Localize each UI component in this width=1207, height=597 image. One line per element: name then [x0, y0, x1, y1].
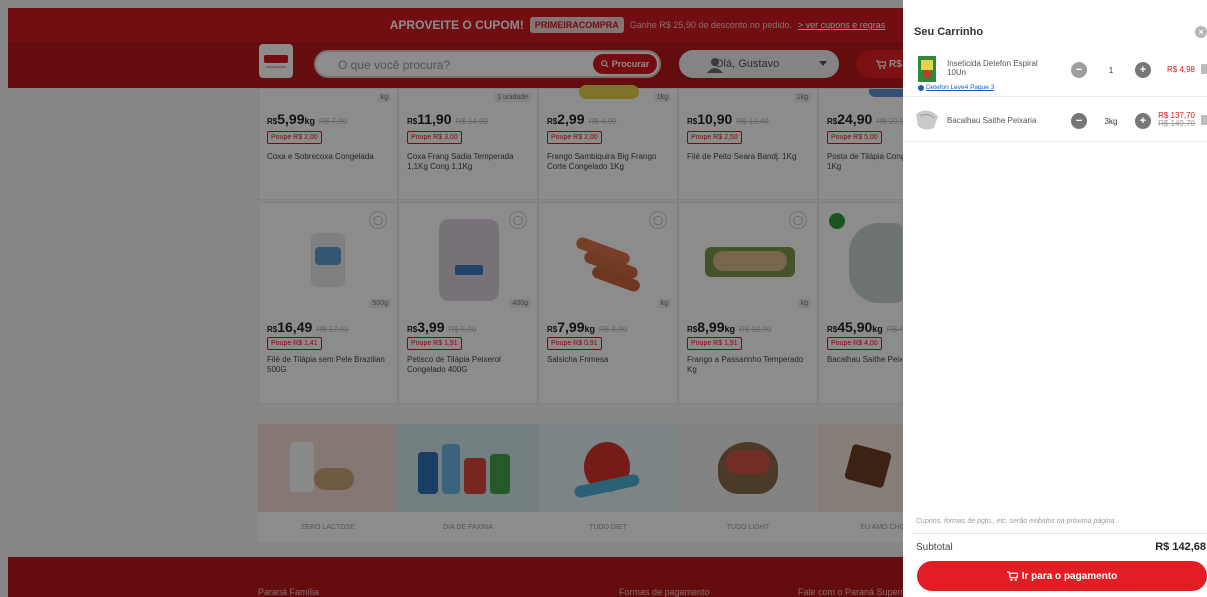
divider [911, 533, 1207, 534]
increase-quantity-button[interactable]: + [1134, 62, 1151, 78]
decrease-quantity-button[interactable]: − [1071, 62, 1087, 78]
tag-icon [918, 84, 924, 91]
cart-drawer: Seu Carrinho × Inseticida Detefon Espira… [903, 0, 1207, 597]
current-price: R$ 4,98 [1166, 65, 1195, 74]
decrease-quantity-button[interactable]: − [1071, 113, 1087, 129]
trash-icon[interactable] [1201, 64, 1207, 74]
cart-item-price: R$ 137,70 R$ 149,70 [1158, 112, 1195, 128]
cart-item-price: R$ 4,98 [1167, 66, 1195, 74]
cart-title: Seu Carrinho [914, 26, 984, 38]
quantity-value: 3kg [1104, 116, 1118, 126]
cart-item-name: Bacalhau Saithe Peixaria [947, 116, 1037, 125]
subtotal-value: R$ 142,68 [1155, 541, 1206, 553]
cart-item-promo[interactable]: Detefon Leve4 Pague 3 [918, 84, 994, 91]
product-thumbnail [916, 110, 938, 130]
cart-item-promo-label: Detefon Leve4 Pague 3 [926, 84, 995, 91]
checkout-button-label: Ir para o pagamento [1021, 570, 1118, 582]
quantity-stepper: − 1 + [1071, 62, 1151, 78]
modal-backdrop[interactable] [0, 0, 903, 597]
cart-icon [1006, 571, 1018, 581]
old-price: R$ 149,70 [1158, 119, 1195, 128]
cart-item: Bacalhau Saithe Peixaria − 3kg + R$ 137,… [903, 98, 1207, 142]
checkout-button[interactable]: Ir para o pagamento [917, 561, 1207, 591]
close-icon[interactable]: × [1195, 26, 1207, 38]
subtotal-label: Subtotal [916, 542, 953, 553]
cart-item: Inseticida Detefon Espiral 10Un Detefon … [903, 50, 1207, 97]
checkout-note: Cupons, formas de pgto., etc. serão exib… [916, 518, 1117, 525]
cart-item-name: Inseticida Detefon Espiral 10Un [947, 59, 1038, 77]
trash-icon[interactable] [1201, 115, 1207, 125]
product-thumbnail [918, 56, 936, 82]
increase-quantity-button[interactable]: + [1135, 113, 1151, 129]
quantity-stepper: − 3kg + [1071, 113, 1151, 129]
quantity-value: 1 [1108, 65, 1114, 75]
